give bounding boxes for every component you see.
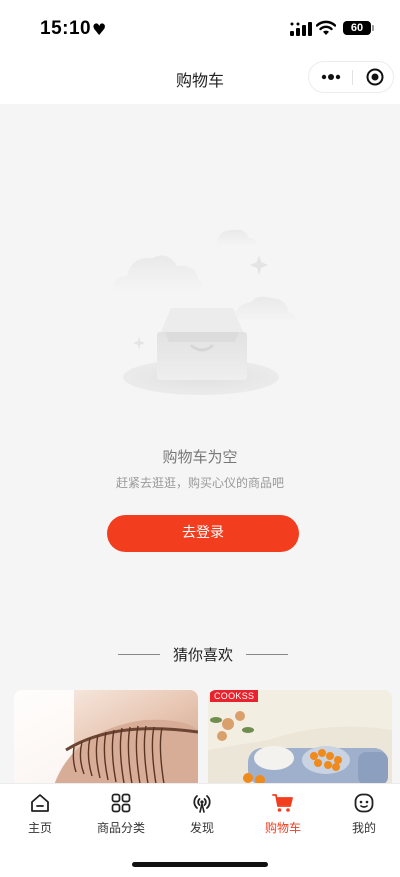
fruit-tray-photo: [208, 690, 392, 785]
empty-cart-subtitle: 赶紧去逛逛，购买心仪的商品吧: [115, 476, 284, 490]
broadcast-icon: [193, 795, 211, 813]
empty-box-icon: [112, 229, 296, 395]
grid-icon: [111, 793, 131, 813]
home-icon: [31, 794, 49, 812]
more-dots-icon[interactable]: [321, 70, 341, 84]
tab-label: 我的: [351, 821, 376, 835]
cart-icon: [272, 794, 293, 812]
tab-label: 购物车: [264, 821, 301, 835]
product-card[interactable]: [14, 690, 198, 785]
heart-icon: ♥: [92, 20, 107, 39]
mini-program-capsule: [308, 61, 394, 93]
divider-line-right: [246, 654, 288, 655]
home-indicator: [132, 862, 268, 867]
brand-tag: COOKSS: [210, 690, 259, 702]
divider-line-left: [118, 654, 160, 655]
capsule-divider: [352, 70, 353, 85]
login-button[interactable]: 去登录: [107, 515, 299, 552]
tab-label: 发现: [189, 821, 214, 835]
product-card[interactable]: COOKSS: [208, 690, 392, 785]
recommendations-header: 猜你喜欢: [0, 644, 400, 666]
tab-label: 主页: [27, 821, 52, 835]
tab-home[interactable]: 主页: [0, 792, 80, 842]
battery-tip: [372, 25, 374, 31]
eyelash-photo: [14, 690, 198, 785]
status-bar: 15:10 ♥ 60: [0, 0, 400, 58]
tab-discover[interactable]: 发现: [162, 792, 242, 842]
empty-cart-title: 购物车为空: [162, 448, 238, 466]
target-icon[interactable]: [366, 68, 384, 86]
signal-icon: [290, 22, 312, 36]
face-icon: [354, 793, 374, 813]
tab-label: 商品分类: [96, 821, 145, 835]
tab-categories[interactable]: 商品分类: [81, 792, 161, 842]
wifi-icon: [316, 20, 336, 35]
recommendations-title: 猜你喜欢: [172, 646, 233, 664]
tab-cart[interactable]: 购物车: [243, 792, 323, 842]
battery-indicator: 60: [343, 21, 371, 35]
tab-profile[interactable]: 我的: [324, 792, 400, 842]
cart-page: 15:10 ♥ 60 购物车 购物车为空 赶紧去逛逛，购买心仪的商品吧 去登录 …: [0, 0, 400, 877]
status-time: 15:10: [40, 18, 92, 39]
nav-bar: 购物车: [0, 58, 400, 104]
